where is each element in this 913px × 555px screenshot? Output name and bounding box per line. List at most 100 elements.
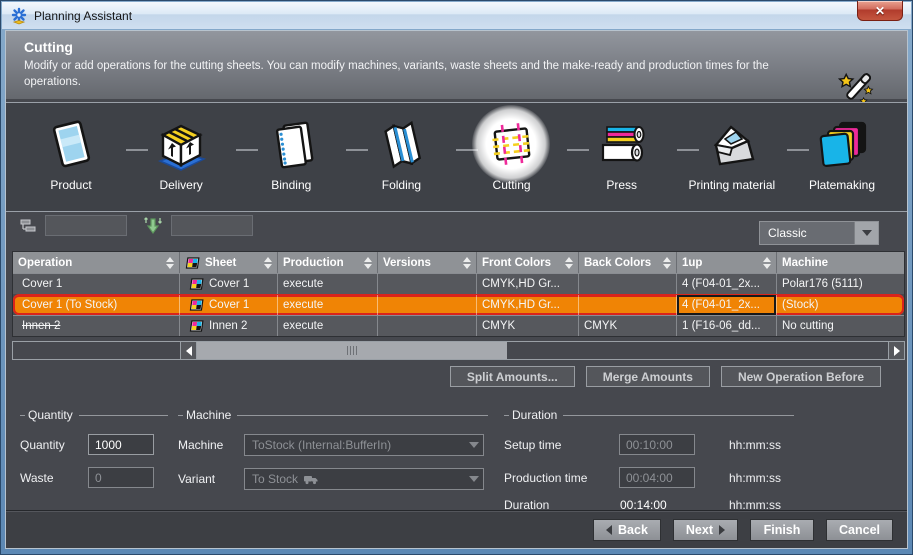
view-selector[interactable]: Classic xyxy=(759,221,879,245)
column-header-versions[interactable]: Versions xyxy=(378,252,477,273)
cell-operation[interactable]: Cover 1 (To Stock) xyxy=(13,295,180,315)
production-time-label: Production time xyxy=(504,471,619,485)
cell-production[interactable]: execute xyxy=(278,316,378,336)
merge-amounts-button[interactable]: Merge Amounts xyxy=(586,366,710,387)
window-title: Planning Assistant xyxy=(34,9,132,23)
column-header-operation[interactable]: Operation xyxy=(13,252,180,273)
sort-arrows-icon[interactable] xyxy=(463,257,471,269)
cell-sheet[interactable]: Innen 2 xyxy=(180,316,278,336)
table-header-row: Operation Sheet Production Versions xyxy=(13,252,904,273)
cell-machine[interactable]: (Stock) xyxy=(777,295,904,315)
variant-dropdown-value: To Stock xyxy=(252,472,298,486)
cell-versions[interactable] xyxy=(378,274,477,294)
next-button[interactable]: Next xyxy=(673,519,738,541)
sort-arrows-icon[interactable] xyxy=(364,257,372,269)
table-action-buttons: Split Amounts... Merge Amounts New Opera… xyxy=(450,366,881,387)
cancel-button[interactable]: Cancel xyxy=(826,519,893,541)
table-row-selected[interactable]: Cover 1 (To Stock) Cover 1 execute CMYK,… xyxy=(13,294,904,315)
step-label: Product xyxy=(50,179,91,193)
sort-arrows-icon[interactable] xyxy=(565,257,573,269)
hierarchy-filter-icon xyxy=(20,218,37,234)
table-row[interactable]: Innen 2 Innen 2 execute CMYK CMYK 1 (F16… xyxy=(13,315,904,336)
close-button[interactable]: ✕ xyxy=(857,1,903,21)
cell-production[interactable]: execute xyxy=(278,274,378,294)
back-button[interactable]: Back xyxy=(593,519,661,541)
cell-front-colors[interactable]: CMYK,HD Gr... xyxy=(477,295,579,315)
quantity-group-title: Quantity xyxy=(20,408,168,422)
cell-sheet[interactable]: Cover 1 xyxy=(180,274,278,294)
view-selector-arrow-button[interactable] xyxy=(854,222,878,244)
step-delivery[interactable]: Delivery xyxy=(128,113,234,211)
finish-button[interactable]: Finish xyxy=(750,519,814,541)
horizontal-scrollbar[interactable] xyxy=(12,341,905,360)
quantity-label: Quantity xyxy=(20,438,88,452)
new-operation-before-button[interactable]: New Operation Before xyxy=(721,366,881,387)
sort-input[interactable] xyxy=(171,215,253,236)
column-header-machine[interactable]: Machine xyxy=(777,252,904,273)
machine-dropdown-value: ToStock (Internal:BufferIn) xyxy=(245,438,465,452)
scroll-right-button[interactable] xyxy=(888,342,904,359)
title-bar[interactable]: Planning Assistant xyxy=(2,2,911,29)
cell-production[interactable]: execute xyxy=(278,295,378,315)
scroll-left-button[interactable] xyxy=(181,342,197,359)
cell-machine[interactable]: No cutting xyxy=(777,316,904,336)
chevron-down-icon xyxy=(465,469,483,489)
sort-arrows-icon[interactable] xyxy=(166,257,174,269)
cell-1up-focused[interactable]: 4 (F04-01_2x... xyxy=(677,295,777,315)
quantity-input[interactable] xyxy=(88,434,154,455)
column-header-back-colors[interactable]: Back Colors xyxy=(579,252,677,273)
scrollbar-fixed-spacer xyxy=(13,342,181,359)
cell-operation[interactable]: Cover 1 xyxy=(13,274,180,294)
printing-material-icon xyxy=(703,115,761,173)
cell-back-colors[interactable]: CMYK xyxy=(579,316,677,336)
time-format-label: hh:mm:ss xyxy=(729,438,781,452)
cell-back-colors[interactable] xyxy=(579,295,677,315)
column-header-production[interactable]: Production xyxy=(278,252,378,273)
scrollbar-thumb[interactable] xyxy=(197,342,507,359)
cell-versions[interactable] xyxy=(378,316,477,336)
sort-arrows-icon[interactable] xyxy=(763,257,771,269)
cell-1up[interactable]: 4 (F04-01_2x... xyxy=(677,274,777,294)
column-header-1up[interactable]: 1up xyxy=(677,252,777,273)
cell-back-colors[interactable] xyxy=(579,274,677,294)
step-product[interactable]: Product xyxy=(18,113,124,211)
cell-1up[interactable]: 1 (F16-06_dd... xyxy=(677,316,777,336)
column-header-front-colors[interactable]: Front Colors xyxy=(477,252,579,273)
cell-versions[interactable] xyxy=(378,295,477,315)
arrow-left-icon xyxy=(606,525,612,535)
scrollbar-track[interactable] xyxy=(507,342,888,359)
production-time-input xyxy=(619,467,695,488)
step-printing-material[interactable]: Printing material xyxy=(679,113,785,211)
close-icon: ✕ xyxy=(875,5,885,17)
operations-table: Operation Sheet Production Versions xyxy=(12,251,905,337)
sort-arrows-icon[interactable] xyxy=(663,257,671,269)
table-row[interactable]: Cover 1 Cover 1 execute CMYK,HD Gr... 4 … xyxy=(13,273,904,294)
step-binding[interactable]: Binding xyxy=(238,113,344,211)
dialog-content: Cutting Modify or add operations for the… xyxy=(5,30,908,549)
chevron-down-icon xyxy=(862,230,872,236)
step-folding[interactable]: Folding xyxy=(348,113,454,211)
wizard-header: Cutting Modify or add operations for the… xyxy=(6,31,907,99)
column-header-sheet[interactable]: Sheet xyxy=(180,252,278,273)
cutting-icon xyxy=(483,115,541,173)
step-platemaking[interactable]: Platemaking xyxy=(789,113,895,211)
binding-icon xyxy=(262,115,320,173)
step-press[interactable]: Press xyxy=(569,113,675,211)
step-cutting[interactable]: Cutting xyxy=(459,113,565,211)
press-icon xyxy=(593,115,651,173)
duration-group-title: Duration xyxy=(504,408,794,422)
setup-time-input xyxy=(619,434,695,455)
sort-arrows-icon[interactable] xyxy=(264,257,272,269)
step-label: Delivery xyxy=(159,179,202,193)
machine-dropdown: ToStock (Internal:BufferIn) xyxy=(244,434,484,456)
split-amounts-button[interactable]: Split Amounts... xyxy=(450,366,575,387)
waste-input xyxy=(88,467,154,488)
cell-front-colors[interactable]: CMYK,HD Gr... xyxy=(477,274,579,294)
filter-input[interactable] xyxy=(45,215,127,236)
cell-sheet[interactable]: Cover 1 xyxy=(180,295,278,315)
truck-icon xyxy=(303,474,319,485)
cell-machine[interactable]: Polar176 (5111) xyxy=(777,274,904,294)
cell-operation[interactable]: Innen 2 xyxy=(13,316,180,336)
cell-front-colors[interactable]: CMYK xyxy=(477,316,579,336)
platemaking-icon xyxy=(813,115,871,173)
